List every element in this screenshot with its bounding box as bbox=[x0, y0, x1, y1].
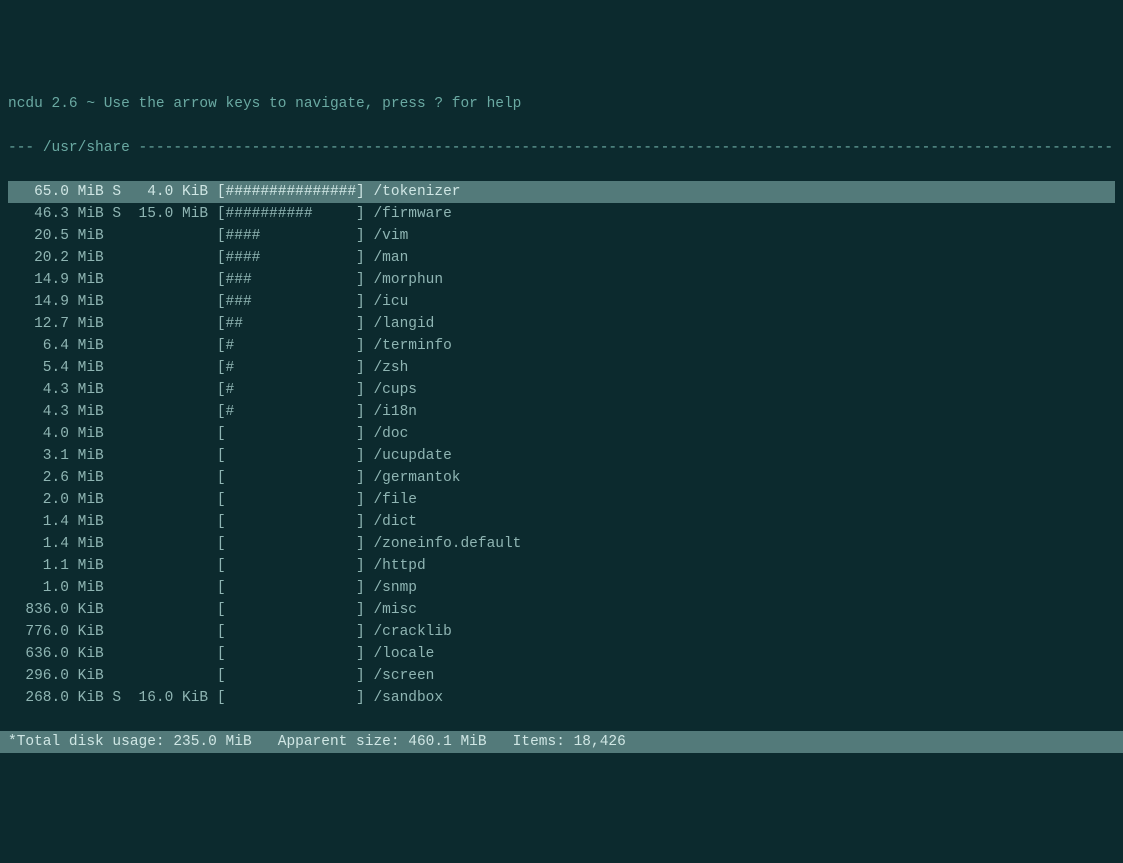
list-item[interactable]: 4.0 MiB [ ] /doc bbox=[0, 423, 1123, 445]
list-item[interactable]: 2.0 MiB [ ] /file bbox=[0, 489, 1123, 511]
list-item[interactable]: 1.1 MiB [ ] /httpd bbox=[0, 555, 1123, 577]
list-item[interactable]: 1.4 MiB [ ] /dict bbox=[0, 511, 1123, 533]
list-item[interactable]: 636.0 KiB [ ] /locale bbox=[0, 643, 1123, 665]
status-bar: *Total disk usage: 235.0 MiB Apparent si… bbox=[0, 731, 1123, 753]
app-header: ncdu 2.6 ~ Use the arrow keys to navigat… bbox=[0, 93, 1123, 115]
list-item[interactable]: 65.0 MiB S 4.0 KiB [###############] /to… bbox=[8, 181, 1115, 203]
list-item[interactable]: 1.0 MiB [ ] /snmp bbox=[0, 577, 1123, 599]
list-item[interactable]: 20.2 MiB [#### ] /man bbox=[0, 247, 1123, 269]
list-item[interactable]: 20.5 MiB [#### ] /vim bbox=[0, 225, 1123, 247]
list-item[interactable]: 14.9 MiB [### ] /icu bbox=[0, 291, 1123, 313]
list-item[interactable]: 4.3 MiB [# ] /cups bbox=[0, 379, 1123, 401]
breadcrumb-path: /usr/share bbox=[43, 140, 130, 156]
list-item[interactable]: 46.3 MiB S 15.0 MiB [########## ] /firmw… bbox=[0, 203, 1123, 225]
list-item[interactable]: 836.0 KiB [ ] /misc bbox=[0, 599, 1123, 621]
list-item[interactable]: 296.0 KiB [ ] /screen bbox=[0, 665, 1123, 687]
list-item[interactable]: 14.9 MiB [### ] /morphun bbox=[0, 269, 1123, 291]
list-item[interactable]: 6.4 MiB [# ] /terminfo bbox=[0, 335, 1123, 357]
breadcrumb-prefix: --- bbox=[8, 140, 43, 156]
list-item[interactable]: 2.6 MiB [ ] /germantok bbox=[0, 467, 1123, 489]
list-item[interactable]: 12.7 MiB [## ] /langid bbox=[0, 313, 1123, 335]
list-item[interactable]: 4.3 MiB [# ] /i18n bbox=[0, 401, 1123, 423]
breadcrumb: --- /usr/share -------------------------… bbox=[0, 137, 1123, 159]
list-item[interactable]: 1.4 MiB [ ] /zoneinfo.default bbox=[0, 533, 1123, 555]
list-item[interactable]: 3.1 MiB [ ] /ucupdate bbox=[0, 445, 1123, 467]
breadcrumb-suffix: ----------------------------------------… bbox=[130, 140, 1113, 156]
list-item[interactable]: 268.0 KiB S 16.0 KiB [ ] /sandbox bbox=[0, 687, 1123, 709]
list-item[interactable]: 5.4 MiB [# ] /zsh bbox=[0, 357, 1123, 379]
list-item[interactable]: 776.0 KiB [ ] /cracklib bbox=[0, 621, 1123, 643]
file-list[interactable]: 65.0 MiB S 4.0 KiB [###############] /to… bbox=[0, 181, 1123, 709]
